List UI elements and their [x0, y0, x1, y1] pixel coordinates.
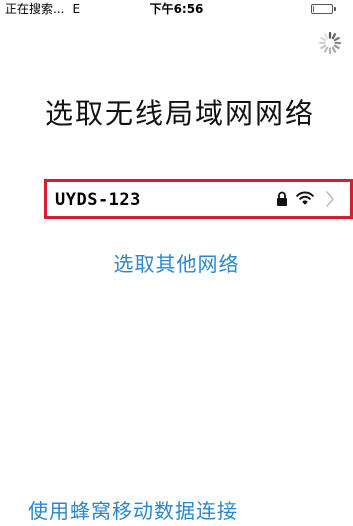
- wifi-icon: [296, 191, 314, 205]
- page-title: 选取无线局域网网络: [44, 96, 315, 130]
- battery-level: [313, 6, 314, 12]
- loading-spinner-icon: [318, 31, 342, 55]
- network-row-uyds-123[interactable]: UYDS-123: [44, 179, 353, 219]
- choose-other-network-link[interactable]: 选取其他网络: [0, 249, 353, 279]
- status-time: 下午6:56: [149, 2, 204, 16]
- network-name: UYDS-123: [55, 190, 141, 210]
- chevron-right-icon: [326, 191, 334, 207]
- status-bar: 正在搜索... E 下午6:56: [0, 0, 353, 18]
- lock-icon: [277, 191, 287, 206]
- battery-tip: [334, 7, 336, 11]
- battery-icon: [311, 4, 336, 14]
- use-cellular-data-link[interactable]: 使用蜂窝移动数据连接: [28, 496, 238, 526]
